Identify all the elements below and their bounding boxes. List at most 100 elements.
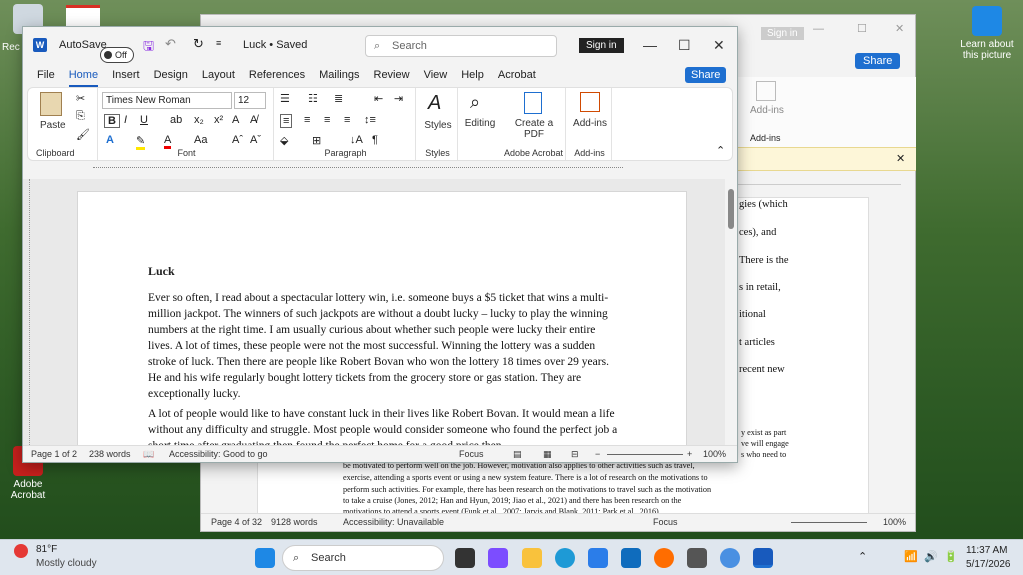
firefox-icon[interactable] (654, 548, 674, 568)
strikethrough-icon[interactable]: ab (170, 114, 182, 126)
tab-design[interactable]: Design (154, 65, 188, 87)
zoom-out-icon[interactable]: − (595, 449, 600, 459)
numbering-icon[interactable]: ☷ (308, 92, 318, 105)
clear-formatting-icon[interactable]: A̸ (250, 114, 257, 126)
underline-icon[interactable]: U (140, 114, 148, 126)
justify-icon[interactable]: ≡ (344, 114, 350, 126)
addins-button[interactable]: Add-ins (568, 118, 612, 129)
page-count[interactable]: Page 1 of 2 (31, 449, 77, 459)
decrease-indent-icon[interactable]: ⇤ (374, 92, 383, 105)
show-hidden-icons-icon[interactable]: ⌃ (858, 550, 867, 563)
multilevel-list-icon[interactable]: ≣ (334, 92, 343, 105)
styles-button[interactable]: Styles (420, 120, 456, 131)
web-layout-icon[interactable]: ⊟ (571, 449, 579, 460)
signin-button[interactable]: Sign in (579, 38, 624, 53)
borders-icon[interactable]: ⊞ (312, 134, 321, 147)
read-mode-icon[interactable]: ▤ (513, 449, 522, 460)
document-heading[interactable]: Luck (148, 264, 175, 279)
italic-icon[interactable]: I (124, 114, 127, 126)
increase-indent-icon[interactable]: ⇥ (394, 92, 403, 105)
bg-signin-button[interactable]: Sign in (761, 27, 804, 40)
bold-icon[interactable]: B (104, 114, 120, 128)
weather-icon[interactable] (14, 544, 28, 558)
font-name-select[interactable]: Times New Roman (102, 92, 232, 109)
format-painter-icon[interactable]: 🖌 (76, 128, 90, 141)
font-size-up-icon[interactable]: Aˆ (232, 134, 243, 146)
tab-acrobat[interactable]: Acrobat (498, 65, 536, 87)
copilot-icon[interactable] (488, 548, 508, 568)
line-spacing-icon[interactable]: ↕≡ (364, 114, 376, 126)
bg-focus[interactable]: Focus (653, 517, 678, 527)
battery-icon[interactable]: 🔋 (944, 550, 958, 563)
maximize-icon[interactable]: ☐ (678, 37, 691, 54)
network-icon[interactable]: 📶 (904, 550, 918, 563)
redo-icon[interactable]: ↻ (193, 36, 204, 52)
search-box[interactable]: ⌕ Search (365, 35, 557, 57)
bg-zoom-slider[interactable] (791, 522, 867, 523)
font-size-select[interactable]: 12 (234, 92, 266, 109)
store-icon[interactable] (588, 548, 608, 568)
bg-word-count[interactable]: 9128 words (271, 517, 318, 527)
autosave-toggle[interactable]: Off (100, 47, 134, 63)
taskbar-search[interactable]: ⌕ Search (282, 545, 444, 571)
align-left-icon[interactable]: ≡ (280, 114, 293, 128)
bg-page-count[interactable]: Page 4 of 32 (211, 517, 262, 527)
close-icon[interactable]: ✕ (713, 37, 725, 54)
word-window[interactable]: W AutoSave Off 🖫 ↶ ↻ ≡ Luck • Saved ⌕ Se… (22, 26, 738, 463)
tab-home[interactable]: Home (68, 65, 99, 87)
document-paragraph[interactable]: A lot of people would like to have const… (148, 406, 620, 447)
bg-maximize-icon[interactable]: ☐ (857, 22, 867, 35)
vertical-scrollbar[interactable] (725, 179, 737, 447)
bullets-icon[interactable]: ☰ (280, 92, 290, 105)
font-size-down-icon[interactable]: Aˇ (250, 134, 261, 146)
outlook-icon[interactable] (621, 548, 641, 568)
sort-icon[interactable]: ↓A (350, 134, 363, 146)
clock-time[interactable]: 11:37 AM (966, 545, 1008, 556)
collapse-ribbon-icon[interactable]: ⌃ (716, 144, 725, 157)
align-right-icon[interactable]: ≡ (324, 114, 330, 126)
weather-desc[interactable]: Mostly cloudy (36, 558, 97, 569)
focus-button[interactable]: Focus (459, 449, 484, 459)
addins-icon[interactable] (580, 92, 600, 112)
bg-share-button[interactable]: Share (855, 53, 901, 69)
show-formatting-icon[interactable]: ¶ (372, 134, 378, 146)
tab-view[interactable]: View (424, 65, 448, 87)
font-color-icon[interactable]: A (164, 134, 172, 149)
save-icon[interactable]: 🖫 (143, 37, 154, 59)
file-explorer-icon[interactable] (522, 548, 542, 568)
start-icon[interactable] (255, 548, 275, 568)
bg-zoom-level[interactable]: 100% (883, 517, 906, 527)
minimize-icon[interactable]: — (643, 37, 657, 53)
tab-insert[interactable]: Insert (112, 65, 140, 87)
bg-close-icon[interactable]: ✕ (895, 22, 904, 35)
print-layout-icon[interactable]: ▦ (543, 449, 552, 460)
tab-file[interactable]: File (37, 65, 55, 87)
zoom-in-icon[interactable]: + (687, 449, 692, 459)
word-taskbar-icon[interactable] (753, 548, 773, 568)
horizontal-ruler[interactable] (23, 163, 737, 177)
document-paragraph[interactable]: Ever so often, I read about a spectacula… (148, 290, 620, 402)
subscript-icon[interactable]: x₂ (194, 114, 204, 126)
settings-gear-icon[interactable] (720, 548, 740, 568)
proofing-icon[interactable]: 📖 (143, 449, 154, 460)
styles-icon[interactable]: A (428, 92, 441, 115)
bg-minimize-icon[interactable]: — (813, 23, 824, 35)
paste-button[interactable]: Paste (40, 120, 66, 131)
vertical-ruler[interactable] (29, 179, 35, 447)
edge-icon[interactable] (555, 548, 575, 568)
paste-icon[interactable] (40, 92, 62, 116)
tab-references[interactable]: References (249, 65, 305, 87)
tab-layout[interactable]: Layout (202, 65, 235, 87)
calculator-icon[interactable] (687, 548, 707, 568)
task-view-icon[interactable] (455, 548, 475, 568)
tab-help[interactable]: Help (461, 65, 484, 87)
zoom-level[interactable]: 100% (703, 449, 726, 459)
weather-temp[interactable]: 81°F (36, 544, 57, 555)
create-pdf-button[interactable]: Create a PDF (508, 118, 560, 140)
undo-icon[interactable]: ↶ (165, 36, 176, 52)
document-page[interactable]: Luck Ever so often, I read about a spect… (77, 191, 687, 447)
bg-addins-icon[interactable] (756, 81, 776, 101)
document-title[interactable]: Luck • Saved (243, 39, 307, 51)
share-button[interactable]: Share (685, 67, 727, 83)
bg-accessibility[interactable]: Accessibility: Unavailable (343, 517, 444, 527)
